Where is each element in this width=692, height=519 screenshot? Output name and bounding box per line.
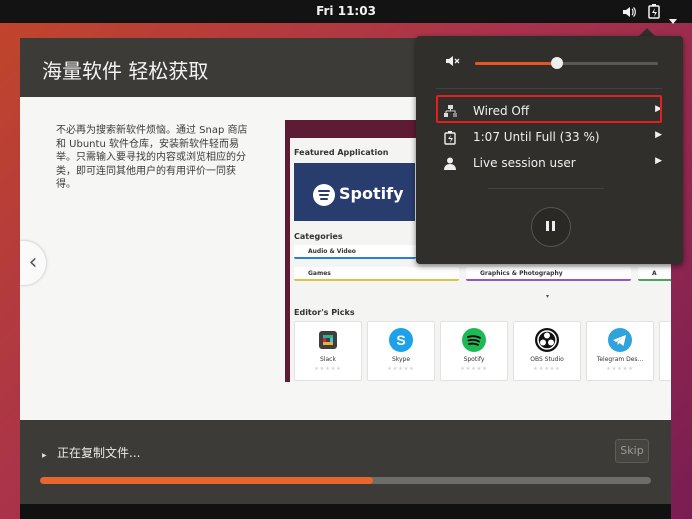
chevron-right-icon: ▶ xyxy=(655,130,662,140)
volume-slider[interactable] xyxy=(475,57,658,69)
menu-item-label: Live session user xyxy=(473,156,576,170)
battery-icon xyxy=(444,131,456,148)
separator xyxy=(436,88,662,89)
menu-item-battery[interactable]: 1:07 Until Full (33 %) ▶ xyxy=(436,127,662,149)
rating-stars: ★★★★★ xyxy=(314,366,342,372)
progress-bar xyxy=(40,477,651,484)
pick-name: Telegram Des... xyxy=(596,356,644,363)
featured-app-card: Spotify xyxy=(294,163,415,221)
chevron-down-icon: ▾ xyxy=(546,293,550,300)
spotify-logo-icon xyxy=(313,184,335,206)
battery-icon[interactable] xyxy=(647,4,661,23)
pick-spotify: Spotify ★★★★★ xyxy=(440,321,508,381)
progress-label: 正在复制文件... xyxy=(57,446,141,460)
pick-slack: Slack ★★★★★ xyxy=(294,321,362,381)
skip-button[interactable]: Skip xyxy=(615,439,649,463)
volume-muted-icon xyxy=(445,54,461,71)
slide-title: 海量软件 轻松获取 xyxy=(42,59,209,83)
menu-item-user[interactable]: Live session user ▶ xyxy=(436,153,662,175)
install-progress-area: ▶ 正在复制文件... Skip xyxy=(20,420,671,504)
user-icon xyxy=(444,157,456,173)
top-bar: Fri 11:03 xyxy=(0,0,692,24)
separator xyxy=(488,188,604,189)
rating-stars: ★★★★★ xyxy=(606,366,634,372)
volume-level xyxy=(475,62,558,65)
category-label: Graphics & Photography xyxy=(480,270,563,277)
category-games: Games xyxy=(294,267,459,281)
categories-heading: Categories xyxy=(294,232,343,241)
pick-skype: S Skype ★★★★★ xyxy=(367,321,435,381)
system-menu-arrow-icon[interactable] xyxy=(669,9,677,28)
popup-pointer xyxy=(639,28,655,36)
category-graphics-photography: Graphics & Photography xyxy=(466,267,631,281)
system-menu: Wired Off ▶ 1:07 Until Full (33 %) ▶ Liv… xyxy=(416,36,683,264)
obs-icon xyxy=(535,328,559,352)
spotify-icon xyxy=(462,328,486,352)
expand-arrow-icon[interactable]: ▶ xyxy=(42,452,47,459)
pick-telegram: Telegram Des... ★★★★★ xyxy=(586,321,654,381)
menu-item-label: 1:07 Until Full (33 %) xyxy=(473,130,600,144)
chevron-right-icon: ▶ xyxy=(655,156,662,166)
previous-slide-button[interactable]: ‹ xyxy=(20,241,46,285)
featured-heading: Featured Application xyxy=(294,148,389,157)
volume-icon[interactable] xyxy=(622,4,636,23)
volume-slider-handle[interactable] xyxy=(551,57,564,69)
pick-name: Slack xyxy=(320,356,336,363)
featured-app-name: Spotify xyxy=(339,184,404,203)
progress-fill xyxy=(40,477,373,484)
window-bottom-edge xyxy=(20,504,671,519)
category-audio-video: Audio & Video xyxy=(294,245,416,259)
category-label: Audio & Video xyxy=(308,248,356,255)
slack-icon xyxy=(316,328,340,352)
skype-icon: S xyxy=(389,328,413,352)
rating-stars: ★★★★★ xyxy=(460,366,488,372)
svg-text:S: S xyxy=(396,332,405,348)
telegram-icon xyxy=(608,328,632,352)
chevron-left-icon: ‹ xyxy=(28,250,38,275)
category-label: Games xyxy=(308,270,331,277)
pick-partial xyxy=(659,321,671,381)
category-label: A xyxy=(652,270,657,277)
pick-name: Spotify xyxy=(463,356,485,363)
rating-stars: ★★★★★ xyxy=(533,366,561,372)
pick-name: Skype xyxy=(391,356,411,363)
category-partial: A xyxy=(638,267,671,281)
pick-name: OBS Studio xyxy=(530,356,564,363)
highlight-box xyxy=(436,95,662,123)
clock[interactable]: Fri 11:03 xyxy=(0,4,692,18)
editors-picks-heading: Editor's Picks xyxy=(294,308,355,317)
rating-stars: ★★★★★ xyxy=(387,366,415,372)
pick-obs-studio: OBS Studio ★★★★★ xyxy=(513,321,581,381)
slide-description: 不必再为搜索新软件烦恼。通过 Snap 商店和 Ubuntu 软件仓库，安装新软… xyxy=(56,125,248,190)
pause-button[interactable] xyxy=(531,207,571,247)
